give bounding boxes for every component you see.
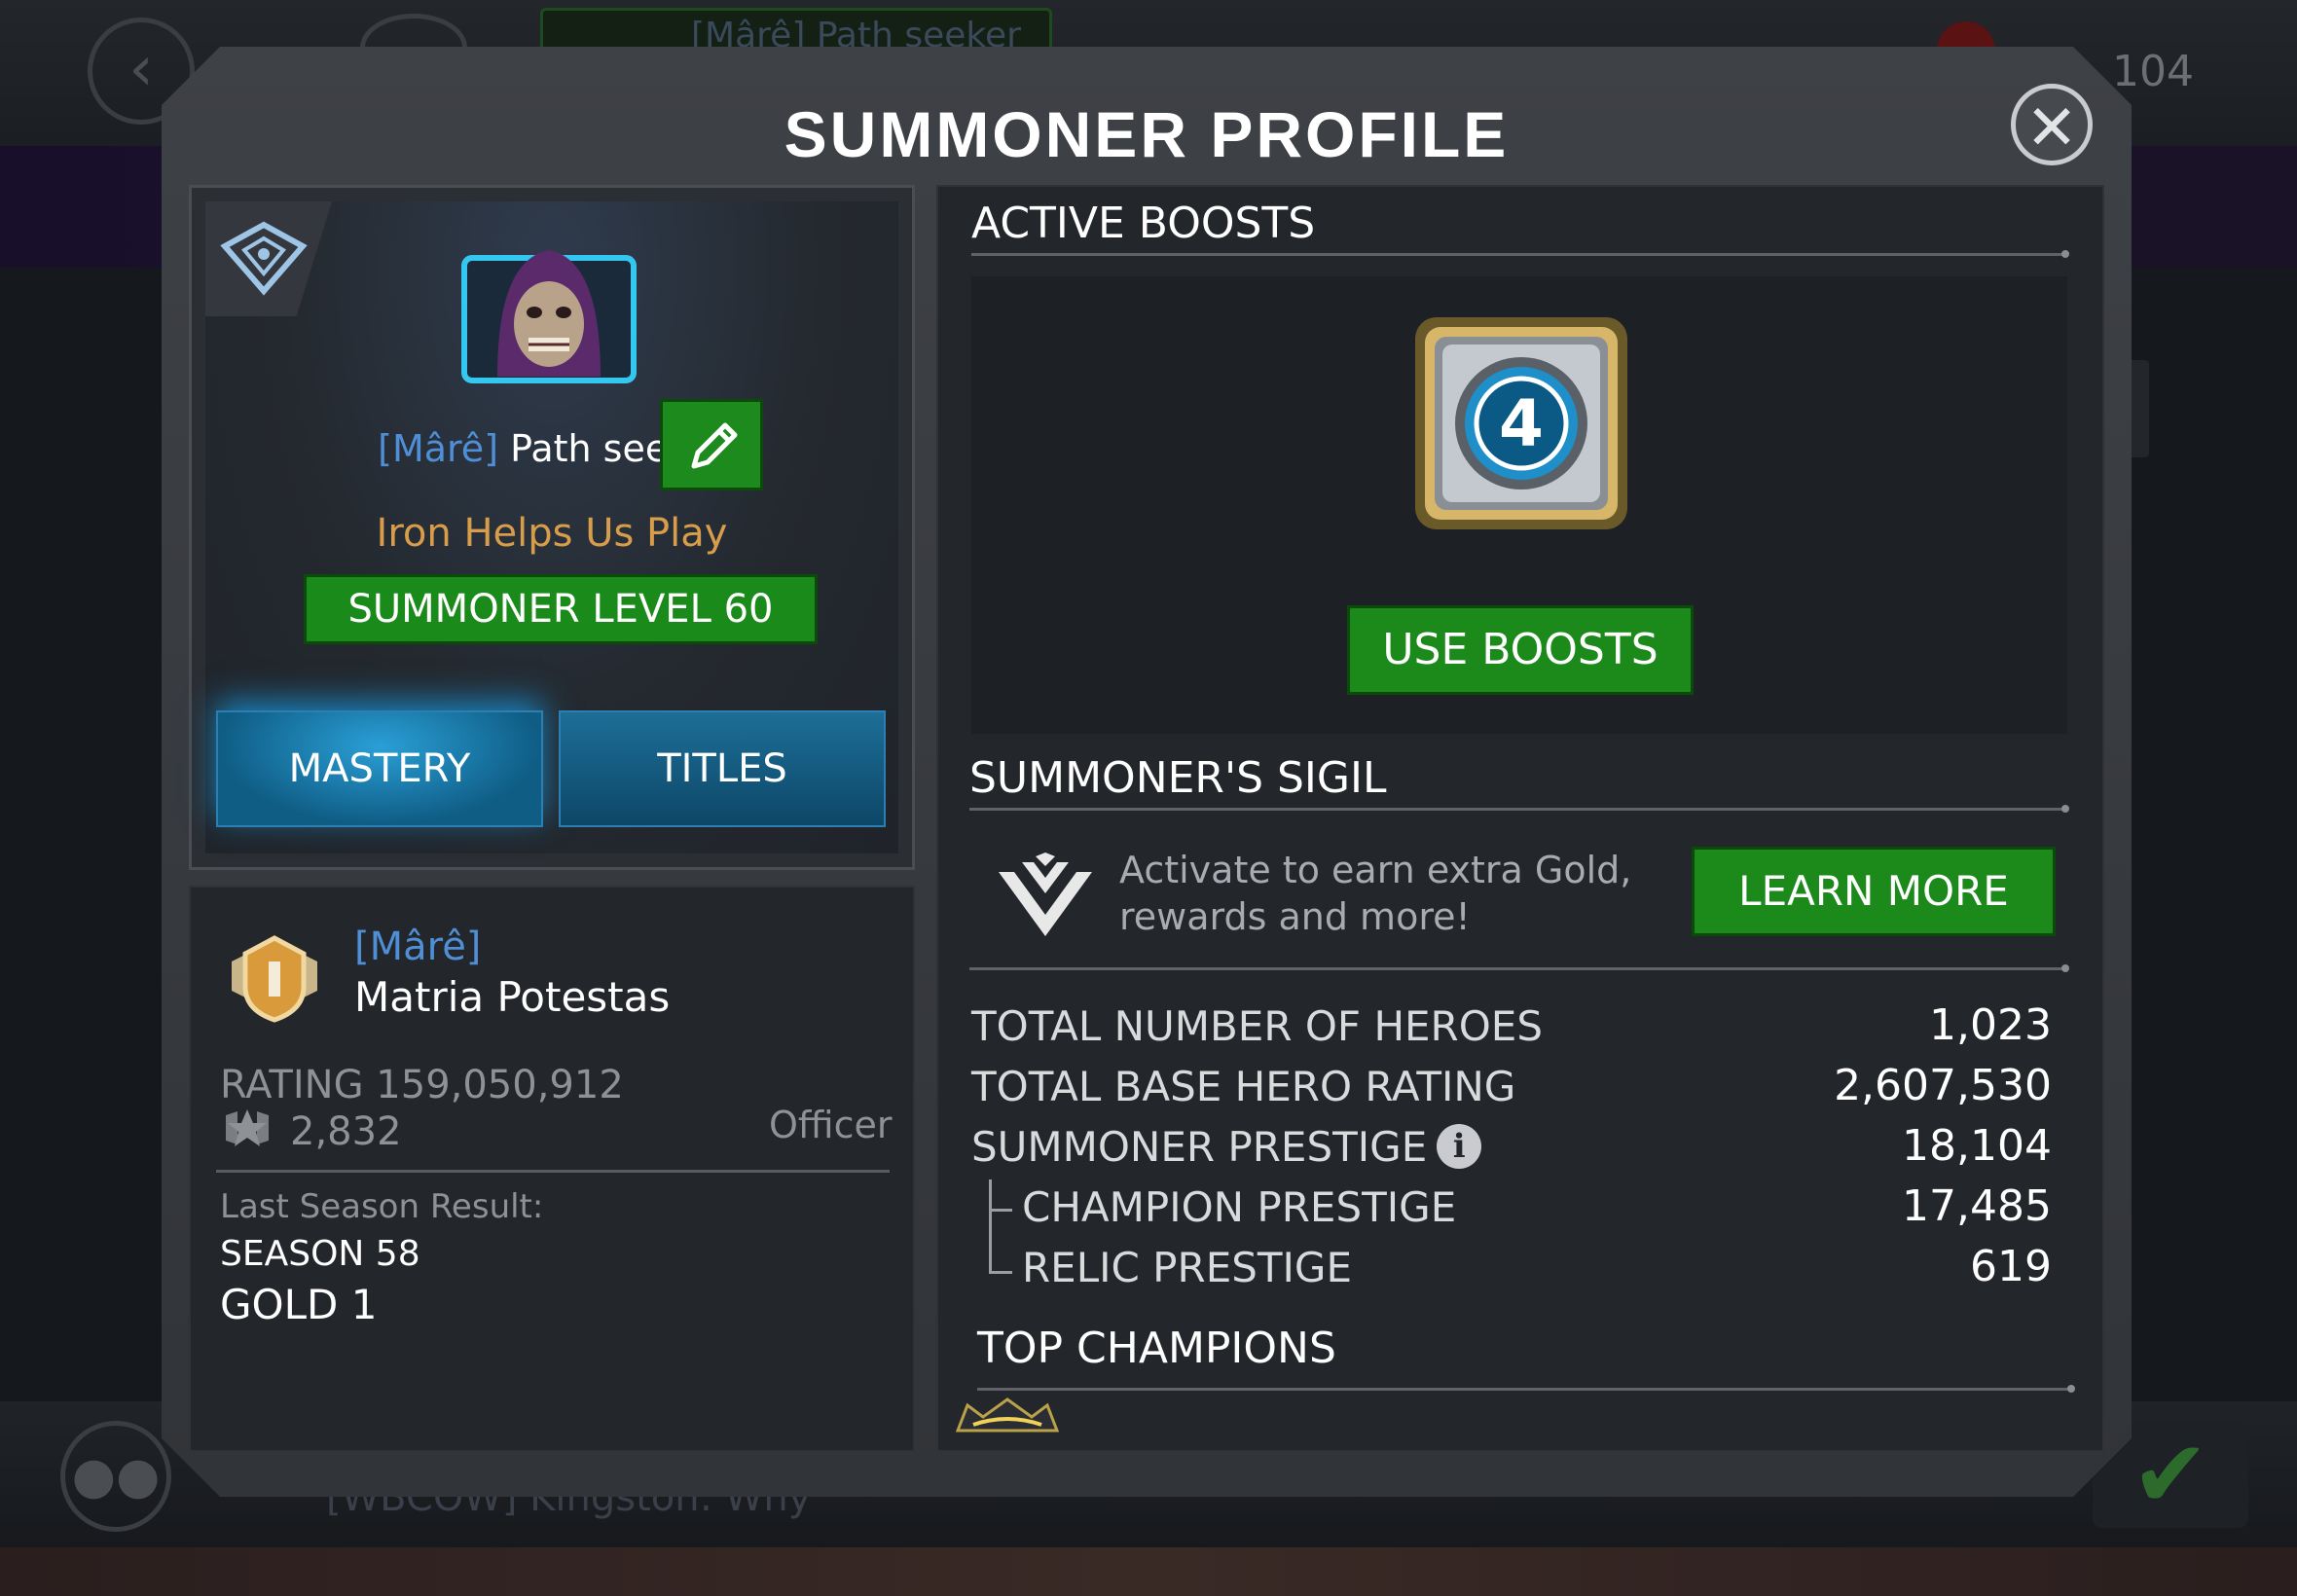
last-season-tier: GOLD 1 bbox=[220, 1281, 378, 1328]
tab-titles[interactable]: TITLES bbox=[559, 710, 886, 827]
prestige-tree-line bbox=[989, 1179, 992, 1273]
stat-row-summoner-prestige: SUMMONER PRESTIGE i bbox=[971, 1123, 1482, 1173]
stat-value-summoner-prestige: 18,104 bbox=[1902, 1121, 2052, 1171]
svg-text:4: 4 bbox=[1499, 386, 1544, 461]
last-season-number: SEASON 58 bbox=[220, 1234, 420, 1274]
stats-divider bbox=[969, 964, 2069, 972]
active-boosts-divider bbox=[971, 250, 2069, 258]
info-icon[interactable]: i bbox=[1437, 1123, 1482, 1169]
stat-label-total-heroes: TOTAL NUMBER OF HEROES bbox=[971, 1002, 1543, 1050]
alliance-name-line: Iron Helps Us Play bbox=[376, 511, 728, 556]
top-champions-heading: TOP CHAMPIONS bbox=[977, 1324, 1336, 1373]
modal-title: SUMMONER PROFILE bbox=[784, 98, 1510, 170]
last-season-label: Last Season Result: bbox=[220, 1187, 544, 1226]
edit-name-button[interactable] bbox=[660, 399, 763, 490]
stat-label-base-hero-rating: TOTAL BASE HERO RATING bbox=[971, 1063, 1516, 1110]
sigil-chevron-icon bbox=[999, 852, 1092, 936]
stat-label-relic-prestige: RELIC PRESTIGE bbox=[1022, 1244, 1353, 1291]
pencil-icon bbox=[691, 422, 738, 469]
stat-value-relic-prestige: 619 bbox=[1970, 1242, 2052, 1291]
top-champions-divider bbox=[977, 1385, 2075, 1393]
hooded-villain-portrait[interactable] bbox=[458, 240, 639, 386]
summoner-name-row: [Mârê] Path seeker bbox=[205, 427, 898, 470]
sigil-divider bbox=[969, 805, 2069, 813]
champion-tier-crown-icon bbox=[955, 1397, 1060, 1433]
crest-tab bbox=[205, 201, 332, 316]
active-boosts-heading: ACTIVE BOOSTS bbox=[971, 199, 1316, 248]
close-icon[interactable]: ✕ bbox=[2011, 84, 2093, 165]
sigil-description: Activate to earn extra Gold, rewards and… bbox=[1119, 849, 1632, 938]
stat-value-base-hero-rating: 2,607,530 bbox=[1834, 1061, 2052, 1110]
stat-value-champion-prestige: 17,485 bbox=[1902, 1181, 2052, 1231]
prestige-tree-branch bbox=[989, 1271, 1012, 1274]
background-floor bbox=[0, 1547, 2297, 1596]
use-boosts-button[interactable]: USE BOOSTS bbox=[1347, 605, 1694, 695]
stat-value-total-heroes: 1,023 bbox=[1929, 1000, 2052, 1050]
war-trophy-icon bbox=[226, 1109, 269, 1146]
summoner-alliance-tag: [Mârê] bbox=[378, 427, 499, 470]
background-counter: 104 bbox=[2112, 47, 2194, 96]
summoner-level-button[interactable]: SUMMONER LEVEL 60 bbox=[304, 574, 818, 644]
alliance-rank: Officer bbox=[769, 1104, 893, 1146]
alliance-divider bbox=[216, 1170, 890, 1173]
fantastic-four-boost-icon[interactable]: 4 bbox=[1411, 313, 1631, 533]
summoners-sigil-heading: SUMMONER'S SIGIL bbox=[969, 753, 1387, 803]
prestige-tree-branch bbox=[989, 1209, 1012, 1212]
learn-more-button[interactable]: LEARN MORE bbox=[1692, 847, 2056, 936]
alliance-rating: RATING 159,050,912 bbox=[220, 1063, 624, 1107]
war-trophies: 2,832 bbox=[290, 1109, 402, 1154]
alliance-name[interactable]: Matria Potestas bbox=[354, 973, 670, 1021]
officer-badge-icon bbox=[232, 935, 317, 1023]
alliance-tag: [Mârê] bbox=[354, 925, 482, 969]
alliance-chat-icon[interactable]: ●● bbox=[60, 1421, 171, 1532]
tab-mastery[interactable]: MASTERY bbox=[216, 710, 543, 827]
alliance-crest-icon bbox=[220, 221, 308, 296]
stat-label-summoner-prestige: SUMMONER PRESTIGE bbox=[971, 1123, 1428, 1171]
stat-label-champion-prestige: CHAMPION PRESTIGE bbox=[1022, 1183, 1457, 1231]
